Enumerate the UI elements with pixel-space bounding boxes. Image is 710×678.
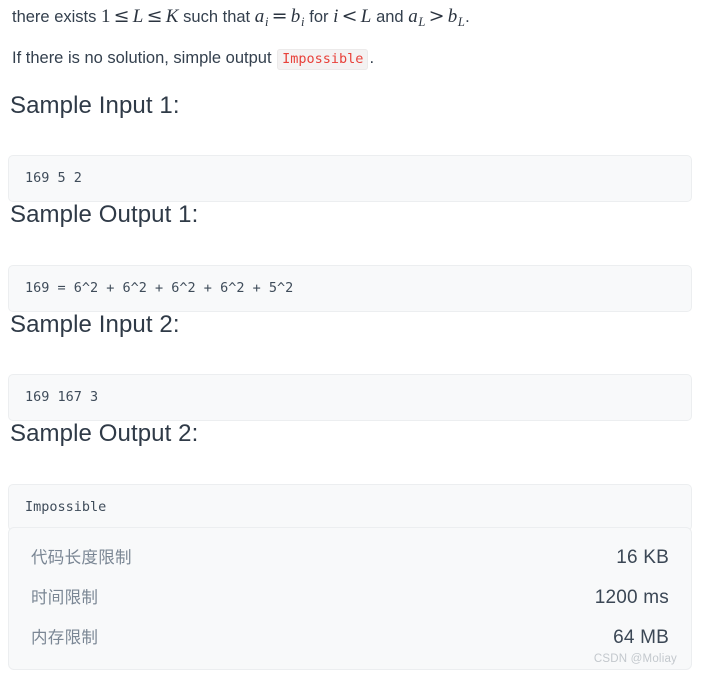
- math-operator-lt: <: [341, 5, 358, 27]
- paragraph-1-lead-text: there exists: [12, 8, 97, 26]
- math-expression-less-than: i < L: [333, 5, 372, 27]
- heading-sample-output-1: Sample Output 1:: [10, 201, 199, 228]
- problem-limits-panel: 代码长度限制 16 KB 时间限制 1200 ms 内存限制 64 MB CSD…: [8, 527, 692, 670]
- math-variable-b-2: b: [447, 6, 458, 27]
- math-subscript-L-1: L: [418, 14, 426, 29]
- heading-sample-input-2: Sample Input 2:: [10, 311, 180, 338]
- code-block-sample-input-1: 169 5 2: [8, 154, 692, 203]
- limit-value-code-length: 16 KB: [616, 547, 669, 568]
- statement-paragraph-2: If there is no solution, simple output I…: [10, 46, 374, 71]
- math-number-one: 1: [100, 6, 111, 27]
- math-subscript-L-2: L: [457, 14, 466, 29]
- csdn-watermark: CSDN @Moliay: [593, 653, 677, 665]
- limit-row-time: 时间限制 1200 ms: [31, 584, 669, 624]
- limit-label-code-length: 代码长度限制: [31, 548, 132, 567]
- limit-label-memory: 内存限制: [31, 628, 99, 647]
- math-variable-a-1: a: [254, 6, 265, 27]
- limit-value-memory: 64 MB: [613, 627, 669, 648]
- paragraph-1-tail-text: .: [465, 8, 470, 26]
- statement-paragraph-1: there exists 1 ≤ L ≤ K such that ai = bi for i…: [10, 2, 470, 32]
- heading-sample-input-1: Sample Input 1:: [10, 92, 180, 119]
- math-subscript-i-1: i: [264, 14, 269, 29]
- code-block-sample-output-1: 169 = 6^2 + 6^2 + 6^2 + 6^2 + 5^2: [8, 264, 692, 313]
- limit-row-code-length: 代码长度限制 16 KB: [31, 544, 669, 584]
- heading-sample-output-2: Sample Output 2:: [10, 420, 199, 447]
- limit-value-time: 1200 ms: [594, 587, 669, 608]
- math-variable-K: K: [165, 6, 179, 27]
- code-block-sample-output-2: Impossible: [8, 483, 692, 532]
- math-expression-range: 1 ≤ L ≤ K: [100, 5, 179, 27]
- math-variable-L-2: L: [360, 6, 372, 27]
- math-operator-le-1: ≤: [113, 5, 130, 27]
- math-variable-a-2: a: [408, 6, 418, 27]
- paragraph-1-mid-text-2: for: [309, 8, 329, 26]
- paragraph-2-lead-text: If there is no solution, simple output: [12, 49, 272, 67]
- math-operator-le-2: ≤: [146, 5, 163, 27]
- math-variable-L-1: L: [132, 6, 144, 27]
- math-variable-b-1: b: [290, 6, 301, 27]
- math-operator-gt: >: [428, 5, 445, 27]
- math-expression-greater-than: aL > bL: [408, 5, 466, 29]
- limit-label-time: 时间限制: [31, 588, 99, 607]
- document-page: there exists 1 ≤ L ≤ K such that ai = bi for i…: [0, 0, 710, 678]
- paragraph-1-mid-text-3: and: [376, 8, 404, 26]
- paragraph-1-mid-text-1: such that: [183, 8, 251, 26]
- code-block-sample-input-2: 169 167 3: [8, 373, 692, 422]
- math-variable-i: i: [333, 6, 339, 27]
- math-subscript-i-2: i: [300, 14, 305, 29]
- inline-code-impossible: Impossible: [277, 49, 369, 70]
- paragraph-2-tail-text: .: [369, 49, 375, 67]
- math-expression-equality: ai = bi: [254, 5, 305, 29]
- math-operator-equals: =: [271, 5, 288, 27]
- limit-row-memory: 内存限制 64 MB: [31, 624, 669, 664]
